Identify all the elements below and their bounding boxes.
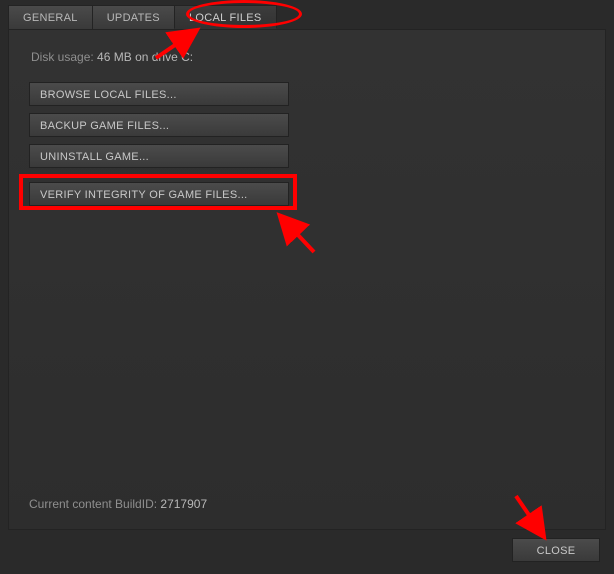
disk-usage-value: 46 MB on drive C: (97, 50, 193, 64)
properties-window: GENERAL UPDATES LOCAL FILES Disk usage: … (0, 0, 614, 574)
disk-usage-line: Disk usage: 46 MB on drive C: (29, 50, 585, 64)
build-id-label: Current content BuildID: (29, 497, 157, 511)
tab-local-files[interactable]: LOCAL FILES (174, 5, 277, 29)
build-id-line: Current content BuildID: 2717907 (29, 497, 207, 511)
tab-bar: GENERAL UPDATES LOCAL FILES (0, 0, 614, 29)
backup-game-files-button[interactable]: BACKUP GAME FILES... (29, 113, 289, 137)
verify-integrity-button[interactable]: VERIFY INTEGRITY OF GAME FILES... (29, 182, 289, 206)
uninstall-game-button[interactable]: UNINSTALL GAME... (29, 144, 289, 168)
disk-usage-label: Disk usage: (31, 50, 94, 64)
tab-updates[interactable]: UPDATES (92, 5, 175, 29)
browse-local-files-button[interactable]: BROWSE LOCAL FILES... (29, 82, 289, 106)
close-button[interactable]: CLOSE (512, 538, 600, 562)
build-id-value: 2717907 (160, 497, 207, 511)
local-files-panel: Disk usage: 46 MB on drive C: BROWSE LOC… (8, 30, 606, 530)
button-stack: BROWSE LOCAL FILES... BACKUP GAME FILES.… (29, 82, 289, 206)
tab-general[interactable]: GENERAL (8, 5, 93, 29)
